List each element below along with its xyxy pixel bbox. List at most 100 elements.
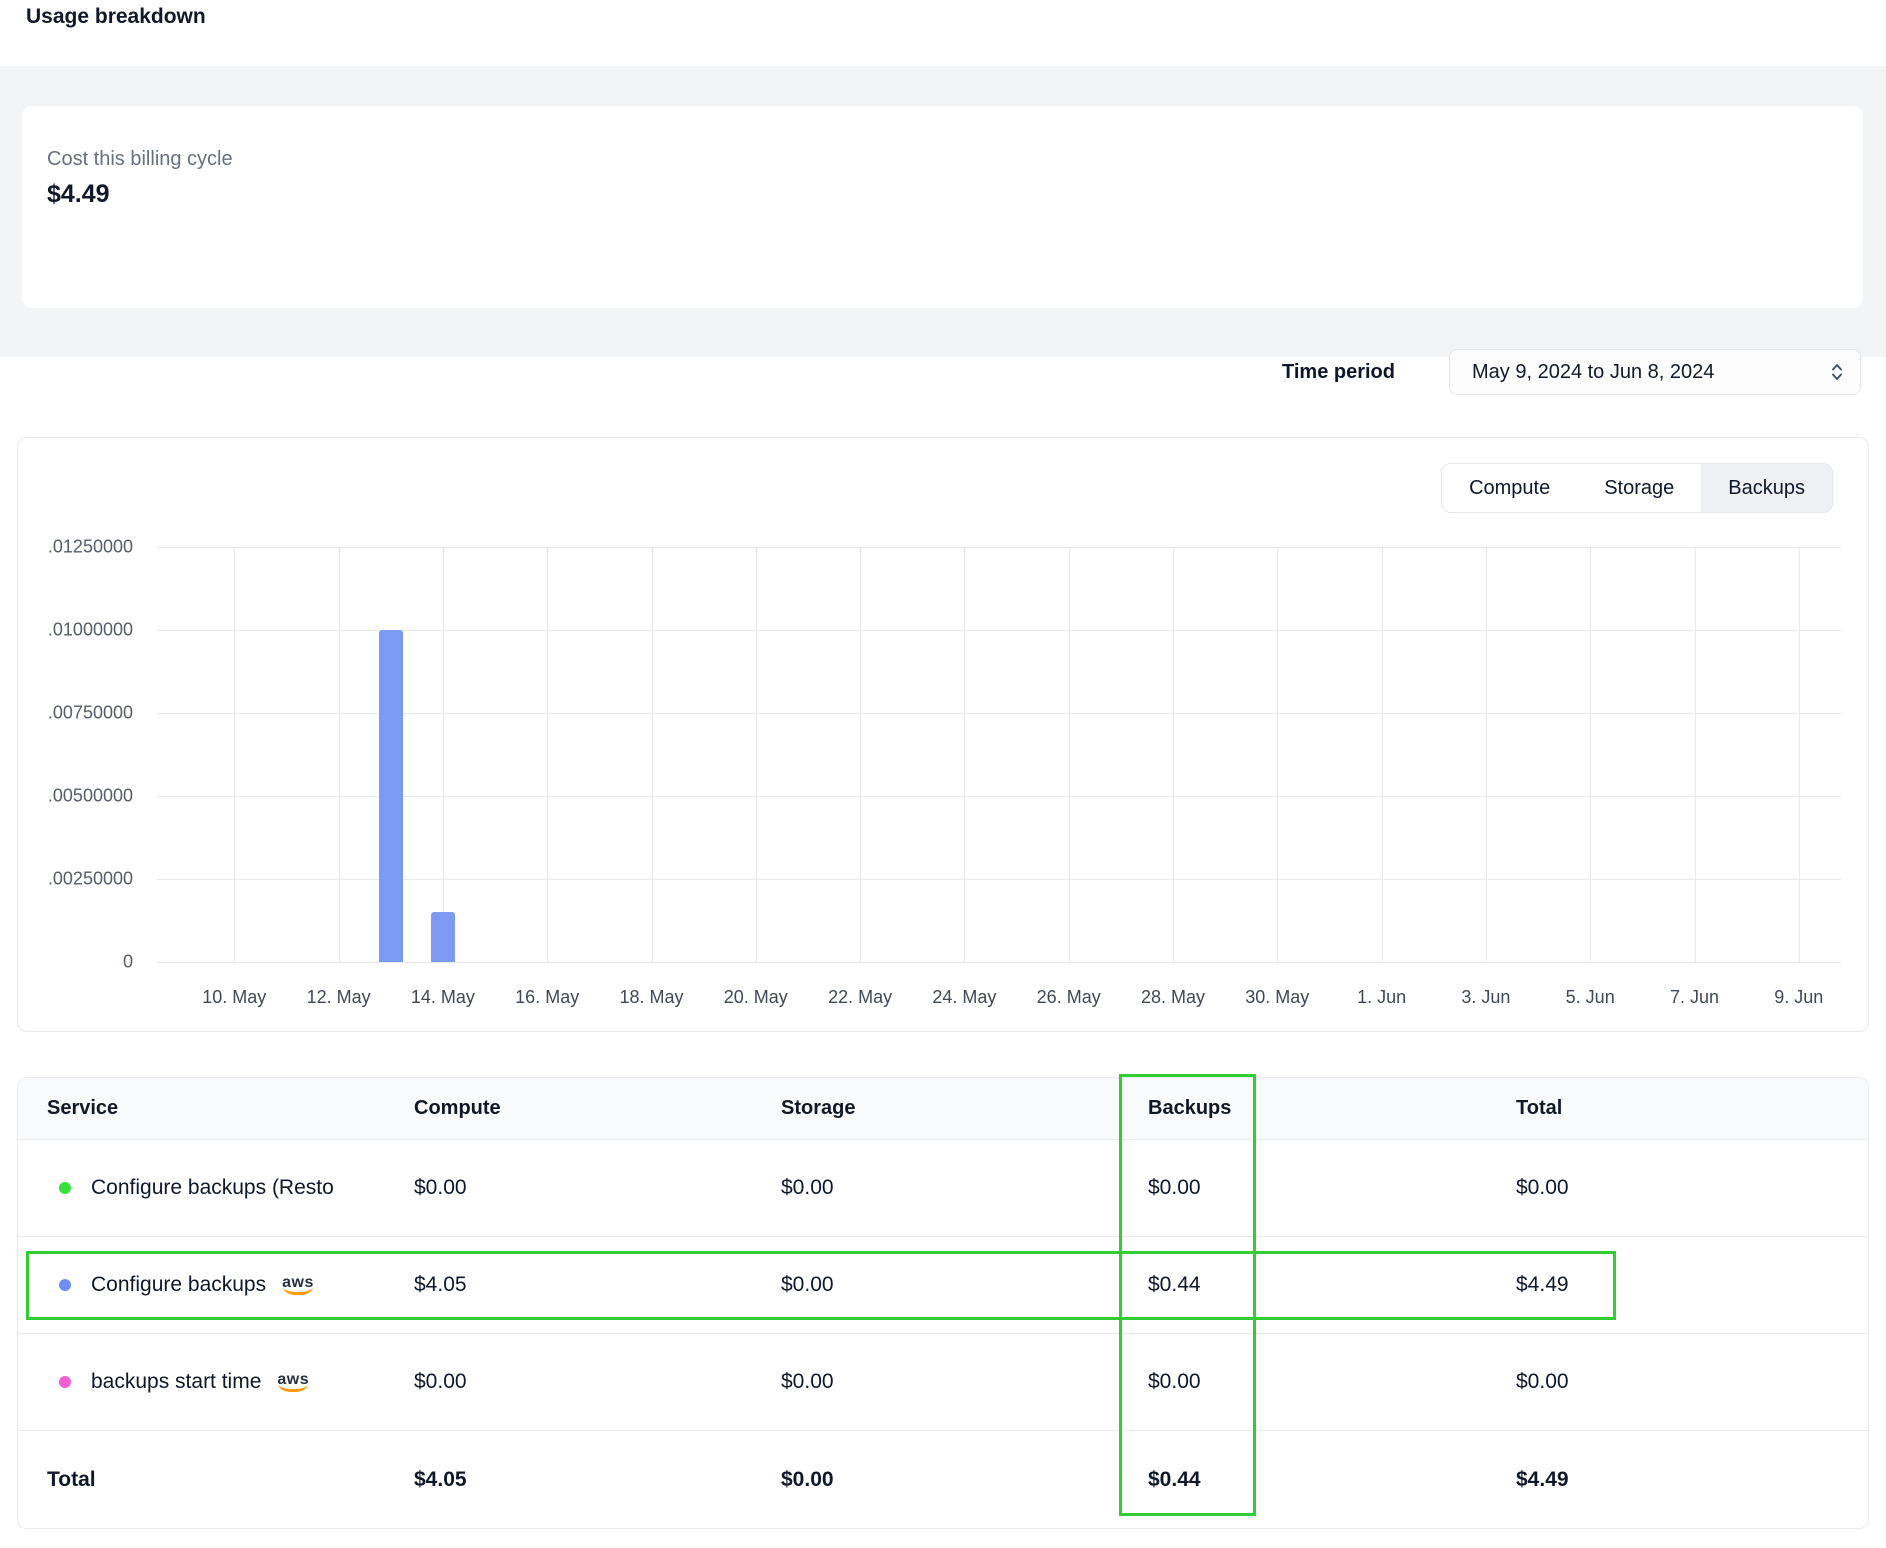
- page-title: Usage breakdown: [26, 5, 206, 29]
- gridline-horizontal: [157, 962, 1841, 963]
- gridline-vertical: [964, 547, 965, 962]
- y-tick-label: .00500000: [48, 786, 133, 807]
- total-value: $0.00: [1516, 1176, 1868, 1200]
- compute-value: $0.00: [414, 1370, 781, 1394]
- series-color-dot: [59, 1376, 71, 1388]
- service-name: Configure backups (Resto: [91, 1176, 334, 1200]
- gridline-horizontal: [157, 630, 1841, 631]
- series-color-dot: [59, 1279, 71, 1291]
- x-tick-label: 14. May: [411, 987, 475, 1008]
- total-total-value: $4.49: [1516, 1468, 1868, 1492]
- chart-tabs: ComputeStorageBackups: [1441, 463, 1833, 513]
- table-header-row: ServiceComputeStorageBackupsTotal: [18, 1078, 1868, 1139]
- backups-value: $0.00: [1148, 1176, 1516, 1200]
- x-tick-label: 3. Jun: [1461, 987, 1510, 1008]
- total-value: $0.00: [1516, 1370, 1868, 1394]
- cost-band: Cost this billing cycle $4.49: [0, 66, 1886, 357]
- tab-storage[interactable]: Storage: [1577, 464, 1701, 512]
- service-name: backups start time: [91, 1370, 261, 1394]
- gridline-vertical: [1590, 547, 1591, 962]
- service-cell: backups start time aws: [47, 1370, 414, 1394]
- cost-cycle-label: Cost this billing cycle: [47, 148, 233, 171]
- usage-table: ServiceComputeStorageBackupsTotal Config…: [17, 1077, 1869, 1529]
- gridline-vertical: [234, 547, 235, 962]
- column-header-service: Service: [47, 1097, 414, 1120]
- total-row-label: Total: [47, 1468, 414, 1492]
- storage-value: $0.00: [781, 1370, 1148, 1394]
- total-value: $4.49: [1516, 1273, 1868, 1297]
- tab-backups[interactable]: Backups: [1701, 464, 1832, 512]
- y-tick-label: .01000000: [48, 620, 133, 641]
- x-tick-label: 1. Jun: [1357, 987, 1406, 1008]
- x-axis-labels: 10. May 12. May 14. May 16. May 18. May 20. M…: [157, 987, 1841, 1011]
- gridline-vertical: [652, 547, 653, 962]
- y-tick-label: 0: [123, 952, 133, 973]
- cost-cycle-value: $4.49: [47, 180, 110, 209]
- x-tick-label: 9. Jun: [1774, 987, 1823, 1008]
- series-color-dot: [59, 1182, 71, 1194]
- x-tick-label: 5. Jun: [1566, 987, 1615, 1008]
- column-header-total: Total: [1516, 1097, 1868, 1120]
- service-cell: Configure backups aws: [47, 1273, 414, 1297]
- time-period-label: Time period: [1282, 361, 1395, 384]
- storage-value: $0.00: [781, 1176, 1148, 1200]
- gridline-vertical: [1382, 547, 1383, 962]
- x-tick-label: 16. May: [515, 987, 579, 1008]
- total-storage-value: $0.00: [781, 1468, 1148, 1492]
- gridline-vertical: [1695, 547, 1696, 962]
- gridline-vertical: [860, 547, 861, 962]
- gridline-vertical: [1173, 547, 1174, 962]
- table-row-backups-start-time: backups start timeaws$0.00$0.00$0.00$0.0…: [18, 1333, 1868, 1430]
- service-cell: Configure backups (Resto: [47, 1176, 414, 1200]
- x-tick-label: 24. May: [932, 987, 996, 1008]
- gridline-vertical: [443, 547, 444, 962]
- table-row-configure-backups: Configure backupsaws$4.05$0.00$0.44$4.49: [18, 1236, 1868, 1333]
- y-tick-label: .00250000: [48, 869, 133, 890]
- usage-chart-card: ComputeStorageBackups .01250000 .01000000…: [17, 437, 1869, 1032]
- aws-smile-icon: [278, 1384, 308, 1392]
- service-name: Configure backups: [91, 1273, 266, 1297]
- x-tick-label: 26. May: [1037, 987, 1101, 1008]
- gridline-horizontal: [157, 547, 1841, 548]
- aws-logo: aws: [277, 1372, 309, 1392]
- column-header-compute: Compute: [414, 1097, 781, 1120]
- time-period-value: May 9, 2024 to Jun 8, 2024: [1472, 361, 1714, 384]
- total-backups-value: $0.44: [1148, 1468, 1516, 1492]
- aws-smile-icon: [283, 1287, 313, 1295]
- x-tick-label: 20. May: [724, 987, 788, 1008]
- column-header-storage: Storage: [781, 1097, 1148, 1120]
- y-tick-label: .00750000: [48, 703, 133, 724]
- storage-value: $0.00: [781, 1273, 1148, 1297]
- table-total-row: Total$4.05$0.00$0.44$4.49: [18, 1430, 1868, 1528]
- aws-logo: aws: [282, 1275, 314, 1295]
- x-tick-label: 18. May: [619, 987, 683, 1008]
- gridline-vertical: [1486, 547, 1487, 962]
- table-body: Configure backups (Resto$0.00$0.00$0.00$…: [18, 1139, 1868, 1430]
- x-tick-label: 30. May: [1245, 987, 1309, 1008]
- y-tick-label: .01250000: [48, 537, 133, 558]
- gridline-vertical: [339, 547, 340, 962]
- gridline-vertical: [1799, 547, 1800, 962]
- y-axis-labels: .01250000.01000000.00750000.00500000.002…: [18, 547, 133, 962]
- usage-breakdown-page: Usage breakdown Cost this billing cycle …: [0, 0, 1886, 1548]
- chart-bar-13-may: [379, 630, 403, 962]
- gridline-vertical: [1069, 547, 1070, 962]
- column-header-backups: Backups: [1148, 1097, 1516, 1120]
- x-tick-label: 10. May: [202, 987, 266, 1008]
- cost-card: Cost this billing cycle $4.49: [22, 106, 1863, 308]
- gridline-vertical: [1277, 547, 1278, 962]
- gridline-vertical: [547, 547, 548, 962]
- x-tick-label: 28. May: [1141, 987, 1205, 1008]
- time-period-select[interactable]: May 9, 2024 to Jun 8, 2024: [1449, 349, 1861, 395]
- tab-compute[interactable]: Compute: [1442, 464, 1577, 512]
- x-tick-label: 12. May: [307, 987, 371, 1008]
- compute-value: $0.00: [414, 1176, 781, 1200]
- gridline-horizontal: [157, 713, 1841, 714]
- chart-plot: [157, 547, 1841, 962]
- total-compute-value: $4.05: [414, 1468, 781, 1492]
- x-tick-label: 22. May: [828, 987, 892, 1008]
- backups-value: $0.44: [1148, 1273, 1516, 1297]
- backups-value: $0.00: [1148, 1370, 1516, 1394]
- x-tick-label: 7. Jun: [1670, 987, 1719, 1008]
- chart-bar-14-may: [431, 912, 455, 962]
